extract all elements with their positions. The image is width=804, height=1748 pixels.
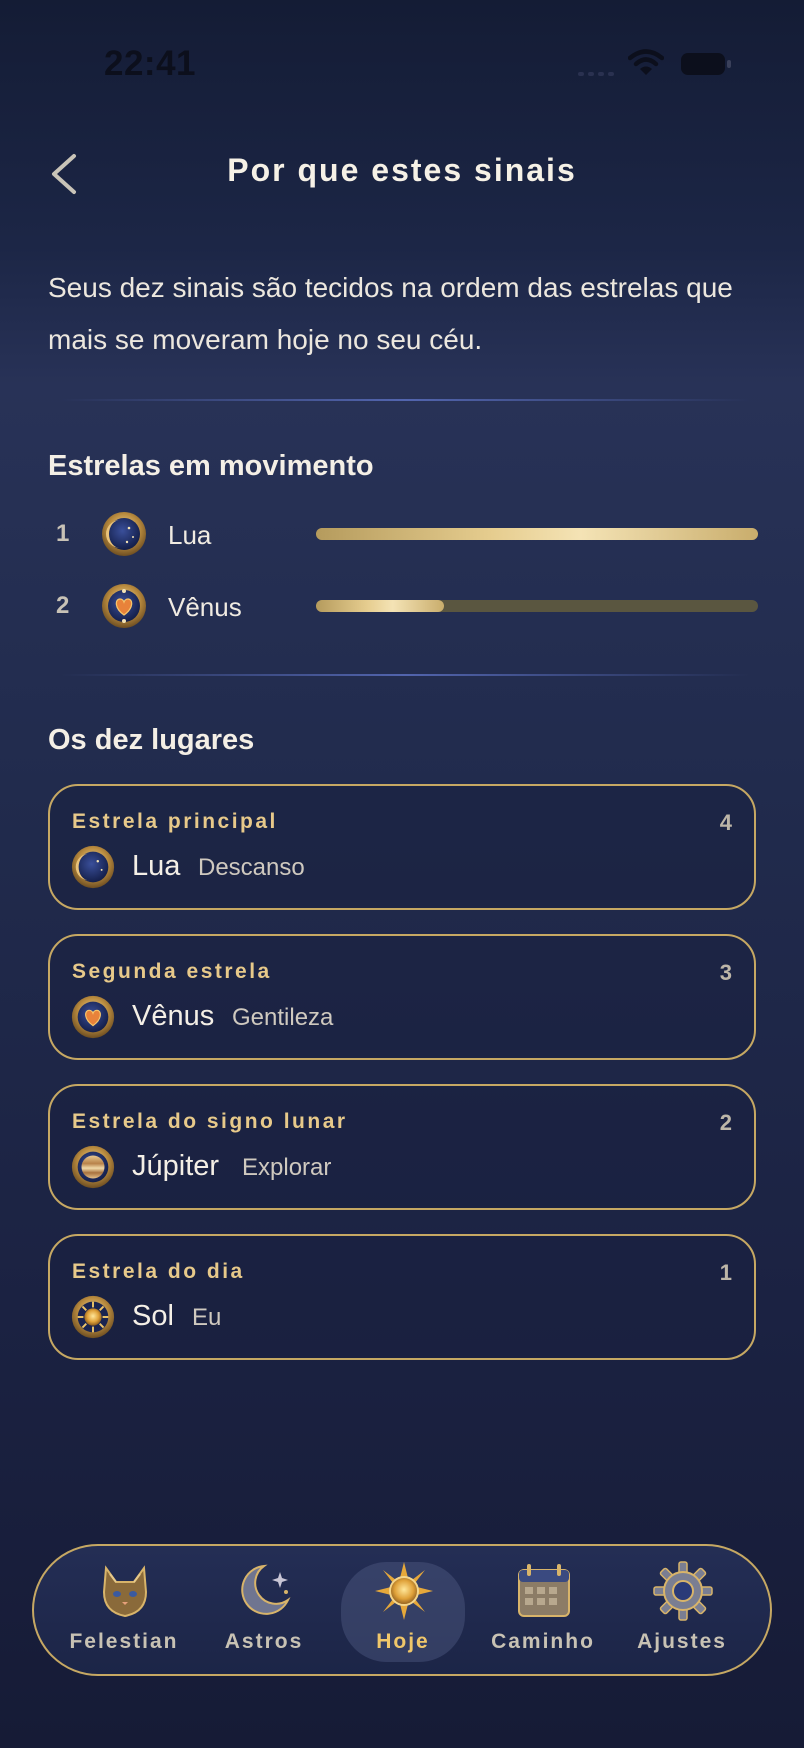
status-bar: 22:41: [0, 0, 804, 130]
jupiter-icon: [71, 1145, 115, 1189]
sun-icon: [71, 1295, 115, 1339]
venus-icon: [102, 584, 146, 628]
place-count: 3: [719, 960, 732, 985]
tab-ajustes[interactable]: Ajustes: [612, 1546, 752, 1674]
cat-icon: [102, 1565, 148, 1618]
place-meaning: Descanso: [198, 854, 305, 881]
battery-icon: [681, 53, 731, 75]
divider: [60, 399, 750, 401]
place-meaning: Eu: [192, 1304, 222, 1331]
crescent-moon-icon: [241, 1564, 291, 1615]
divider: [60, 674, 750, 676]
moon-icon: [71, 845, 115, 889]
tab-label: Hoje: [376, 1630, 430, 1653]
place-label: Estrela do dia: [72, 1260, 245, 1283]
page-title: Por que estes sinais: [227, 152, 577, 188]
calendar-icon: [518, 1564, 570, 1617]
movement-bar-fill: [316, 600, 445, 612]
moon-icon: [102, 512, 146, 556]
place-meaning: Gentileza: [232, 1004, 334, 1031]
tab-astros[interactable]: Astros: [194, 1546, 334, 1674]
section-title-moving-stars: Estrelas em movimento: [48, 450, 374, 482]
place-label: Estrela principal: [72, 810, 278, 833]
tab-label: Caminho: [491, 1630, 595, 1653]
place-planet-name: Júpiter: [132, 1150, 220, 1182]
wifi-icon: [628, 49, 664, 75]
place-count: 4: [719, 810, 732, 835]
movement-bar: [316, 528, 758, 540]
status-time: 22:41: [104, 44, 197, 83]
section-title-places: Os dez lugares: [48, 724, 255, 756]
moving-star-row: 2 Vênus: [48, 580, 758, 632]
place-card[interactable]: Estrela do signo lunar 2 Júpiter Explora…: [48, 1084, 756, 1210]
place-label: Segunda estrela: [72, 960, 272, 983]
star-rank: 1: [56, 520, 70, 547]
movement-bar-fill: [316, 528, 758, 540]
place-planet-name: Sol: [132, 1300, 174, 1332]
tab-caminho[interactable]: Caminho: [473, 1546, 613, 1674]
place-meaning: Explorar: [242, 1154, 332, 1181]
place-card[interactable]: Estrela principal 4 Lua Descanso: [48, 784, 756, 910]
gear-icon: [653, 1561, 713, 1621]
star-name: Lua: [168, 520, 212, 550]
venus-icon: [71, 995, 115, 1039]
place-planet-name: Lua: [132, 850, 181, 882]
header: Por que estes sinais: [0, 130, 804, 230]
bottom-tab-bar: Felestian Astros Hoje Caminho Ajustes: [32, 1544, 772, 1676]
tab-label: Ajustes: [637, 1630, 727, 1653]
cellular-signal-icon: [578, 72, 614, 76]
place-card[interactable]: Estrela do dia 1 Sol Eu: [48, 1234, 756, 1360]
place-card[interactable]: Segunda estrela 3 Vênus Gentileza: [48, 934, 756, 1060]
tab-label: Astros: [224, 1630, 304, 1653]
intro-text: Seus dez sinais são tecidos na ordem das…: [48, 272, 733, 355]
place-label: Estrela do signo lunar: [72, 1110, 348, 1133]
place-count: 1: [719, 1260, 732, 1285]
tab-label: Felestian: [69, 1630, 179, 1653]
star-rank: 2: [56, 592, 70, 619]
movement-bar: [316, 600, 758, 612]
tab-hoje[interactable]: Hoje: [333, 1546, 473, 1674]
place-planet-name: Vênus: [132, 1000, 215, 1032]
sun-icon: [375, 1562, 433, 1620]
star-name: Vênus: [168, 592, 242, 622]
moving-star-row: 1 Lua: [48, 508, 758, 560]
place-count: 2: [719, 1110, 732, 1135]
tab-felestian[interactable]: Felestian: [54, 1546, 194, 1674]
